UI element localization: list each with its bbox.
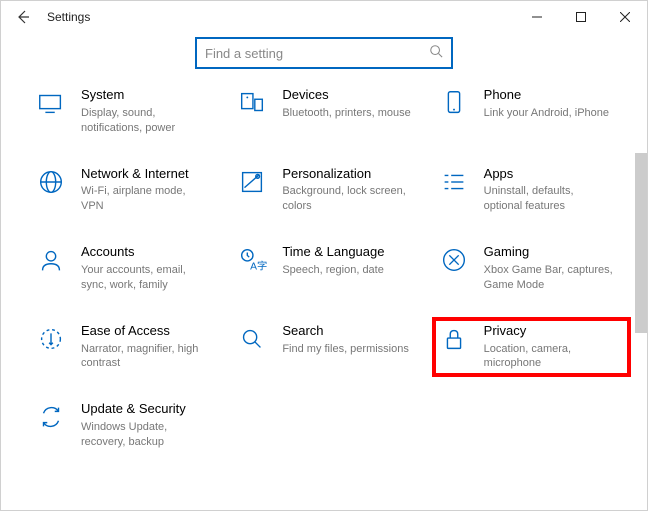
category-title: Accounts: [81, 244, 211, 261]
category-subtitle: Xbox Game Bar, captures, Game Mode: [484, 263, 614, 293]
category-text: Network & InternetWi-Fi, airplane mode, …: [81, 166, 211, 215]
system-icon: [35, 87, 67, 119]
time-icon: A字: [236, 244, 268, 276]
category-network[interactable]: Network & InternetWi-Fi, airplane mode, …: [31, 162, 226, 219]
category-title: Ease of Access: [81, 323, 211, 340]
scrollbar-thumb[interactable]: [635, 153, 647, 333]
privacy-icon: [438, 323, 470, 355]
category-text: System Display, sound, notifications, pow…: [81, 87, 211, 136]
network-icon: [35, 166, 67, 198]
category-subtitle: Bluetooth, printers, mouse: [282, 106, 410, 121]
category-title: Network & Internet: [81, 166, 211, 183]
search-input[interactable]: [205, 46, 429, 61]
apps-icon: [438, 166, 470, 198]
category-privacy[interactable]: Privacy Location, camera, microphone: [434, 319, 629, 376]
category-text: Gaming Xbox Game Bar, captures, Game Mode: [484, 244, 614, 293]
category-subtitle: Your accounts, email, sync, work, family: [81, 263, 211, 293]
category-text: Privacy Location, camera, microphone: [484, 323, 614, 372]
category-devices[interactable]: Devices Bluetooth, printers, mouse: [232, 83, 427, 140]
category-title: Personalization: [282, 166, 412, 183]
titlebar: Settings: [1, 1, 647, 33]
category-subtitle: Link your Android, iPhone: [484, 106, 609, 121]
search-box[interactable]: [195, 37, 453, 69]
ease-icon: [35, 323, 67, 355]
category-phone[interactable]: Phone Link your Android, iPhone: [434, 83, 629, 140]
category-title: Update & Security: [81, 401, 211, 418]
content-area: System Display, sound, notifications, pow…: [1, 69, 647, 510]
scrollbar-rail[interactable]: [631, 33, 647, 510]
category-time[interactable]: A字 Time & Language Speech, region, date: [232, 240, 427, 297]
window-title: Settings: [47, 10, 90, 24]
category-text: Ease of Access Narrator, magnifier, high …: [81, 323, 211, 372]
category-title: Search: [282, 323, 409, 340]
categories-grid: System Display, sound, notifications, pow…: [31, 83, 629, 454]
category-update[interactable]: Update & Security Windows Update, recover…: [31, 397, 226, 454]
category-title: Devices: [282, 87, 410, 104]
category-text: Accounts Your accounts, email, sync, work…: [81, 244, 211, 293]
category-apps[interactable]: AppsUninstall, defaults, optional featur…: [434, 162, 629, 219]
search-cat-icon: [236, 323, 268, 355]
update-icon: [35, 401, 67, 433]
search-icon: [429, 44, 443, 63]
personalization-icon: [236, 166, 268, 198]
category-title: Apps: [484, 166, 614, 183]
category-system[interactable]: System Display, sound, notifications, pow…: [31, 83, 226, 140]
phone-icon: [438, 87, 470, 119]
category-subtitle: Uninstall, defaults, optional features: [484, 184, 614, 214]
category-personalization[interactable]: PersonalizationBackground, lock screen, …: [232, 162, 427, 219]
svg-text:A字: A字: [250, 260, 267, 273]
category-subtitle: Display, sound, notifications, power: [81, 106, 211, 136]
close-button[interactable]: [603, 1, 647, 33]
category-subtitle: Windows Update, recovery, backup: [81, 420, 211, 450]
category-text: Update & Security Windows Update, recover…: [81, 401, 211, 450]
category-subtitle: Background, lock screen, colors: [282, 184, 412, 214]
category-text: Time & Language Speech, region, date: [282, 244, 384, 278]
category-title: Privacy: [484, 323, 614, 340]
close-icon: [620, 12, 630, 22]
back-button[interactable]: [9, 3, 37, 31]
maximize-button[interactable]: [559, 1, 603, 33]
category-title: Gaming: [484, 244, 614, 261]
category-text: Search Find my files, permissions: [282, 323, 409, 357]
category-text: PersonalizationBackground, lock screen, …: [282, 166, 412, 215]
category-ease[interactable]: Ease of Access Narrator, magnifier, high …: [31, 319, 226, 376]
category-accounts[interactable]: Accounts Your accounts, email, sync, work…: [31, 240, 226, 297]
accounts-icon: [35, 244, 67, 276]
category-title: Phone: [484, 87, 609, 104]
category-text: Phone Link your Android, iPhone: [484, 87, 609, 121]
minimize-button[interactable]: [515, 1, 559, 33]
minimize-icon: [532, 12, 542, 22]
category-title: System: [81, 87, 211, 104]
devices-icon: [236, 87, 268, 119]
category-title: Time & Language: [282, 244, 384, 261]
search-container: [1, 37, 647, 69]
category-subtitle: Find my files, permissions: [282, 342, 409, 357]
category-subtitle: Speech, region, date: [282, 263, 384, 278]
back-arrow-icon: [15, 9, 31, 25]
category-text: Devices Bluetooth, printers, mouse: [282, 87, 410, 121]
category-subtitle: Location, camera, microphone: [484, 342, 614, 372]
gaming-icon: [438, 244, 470, 276]
category-search-cat[interactable]: Search Find my files, permissions: [232, 319, 427, 376]
window-controls: [515, 1, 647, 33]
category-subtitle: Narrator, magnifier, high contrast: [81, 342, 211, 372]
maximize-icon: [576, 12, 586, 22]
category-text: AppsUninstall, defaults, optional featur…: [484, 166, 614, 215]
category-gaming[interactable]: Gaming Xbox Game Bar, captures, Game Mode: [434, 240, 629, 297]
category-subtitle: Wi-Fi, airplane mode, VPN: [81, 184, 211, 214]
